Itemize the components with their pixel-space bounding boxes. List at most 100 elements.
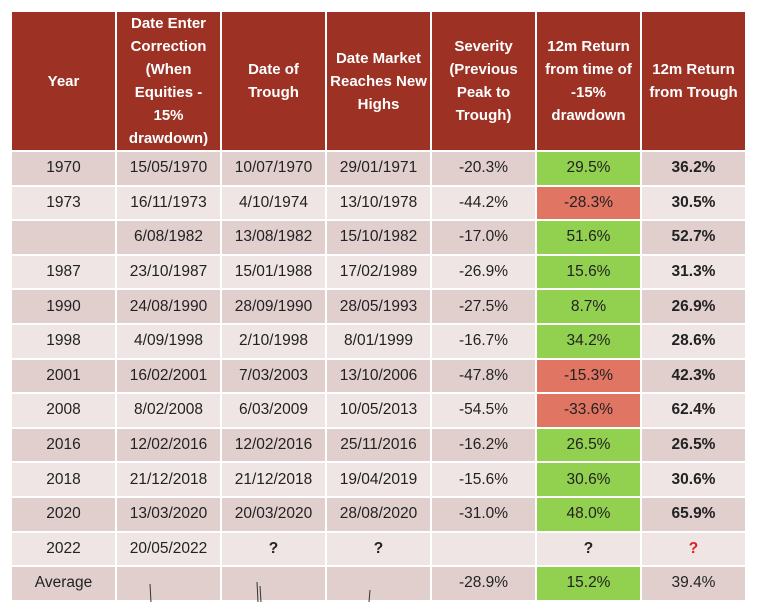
table-row: 2008 8/02/2008 6/03/2009 10/05/2013 -54.5% -3… <box>12 394 745 427</box>
cell-date-enter-correction: 15/05/1970 <box>117 152 220 185</box>
cell-date-of-trough: 10/07/1970 <box>222 152 325 185</box>
cell-return-from-drawdown: 34.2% <box>537 324 640 358</box>
cell-date-new-highs: 17/02/1989 <box>327 255 430 289</box>
cell-year <box>12 221 115 254</box>
market-corrections-table: Year Date Enter Correction (When Equitie… <box>10 10 747 602</box>
cell-date-new-highs <box>327 567 430 600</box>
cell-year: 2020 <box>12 497 115 531</box>
cell-date-new-highs: 8/01/1999 <box>327 324 430 358</box>
cell-date-new-highs: 28/08/2020 <box>327 497 430 531</box>
table-row: 2018 21/12/2018 21/12/2018 19/04/2019 -15.6%… <box>12 463 745 496</box>
cell-return-from-trough: 30.6% <box>642 463 745 496</box>
cell-return-from-trough: 30.5% <box>642 186 745 220</box>
cell-severity: -15.6% <box>432 463 535 496</box>
cell-severity <box>432 532 535 566</box>
cell-date-of-trough: 6/03/2009 <box>222 394 325 427</box>
cell-date-new-highs: 19/04/2019 <box>327 463 430 496</box>
cell-severity: -26.9% <box>432 255 535 289</box>
cell-return-from-trough: 62.4% <box>642 394 745 427</box>
cell-date-new-highs: 15/10/1982 <box>327 221 430 254</box>
cell-return-from-drawdown: -28.3% <box>537 186 640 220</box>
cell-return-from-trough: 52.7% <box>642 221 745 254</box>
header-12m-return-drawdown: 12m Return from time of -15% drawdown <box>537 12 640 150</box>
header-row: Year Date Enter Correction (When Equitie… <box>12 12 745 150</box>
cell-date-enter-correction: 12/02/2016 <box>117 428 220 462</box>
cell-severity: -17.0% <box>432 221 535 254</box>
cell-date-enter-correction: 6/08/1982 <box>117 221 220 254</box>
cell-severity: -54.5% <box>432 394 535 427</box>
cell-date-enter-correction: 8/02/2008 <box>117 394 220 427</box>
header-severity: Severity (Previous Peak to Trough) <box>432 12 535 150</box>
cell-date-of-trough: 7/03/2003 <box>222 359 325 393</box>
table-body: 1970 15/05/1970 10/07/1970 29/01/1971 -20.3%… <box>12 152 745 600</box>
cell-date-enter-correction: 4/09/1998 <box>117 324 220 358</box>
cell-return-from-drawdown: 51.6% <box>537 221 640 254</box>
cell-return-from-trough: 42.3% <box>642 359 745 393</box>
cell-date-of-trough: 21/12/2018 <box>222 463 325 496</box>
header-12m-return-trough: 12m Return from Trough <box>642 12 745 150</box>
cell-date-enter-correction <box>117 567 220 600</box>
cell-return-from-trough: ? <box>642 532 745 566</box>
cell-severity: -44.2% <box>432 186 535 220</box>
table-row: 1998 4/09/1998 2/10/1998 8/01/1999 -16.7% 34.… <box>12 324 745 358</box>
cell-date-of-trough: 12/02/2016 <box>222 428 325 462</box>
cell-return-from-drawdown: 29.5% <box>537 152 640 185</box>
table-row: 1990 24/08/1990 28/09/1990 28/05/1993 -27.5%… <box>12 290 745 323</box>
cell-return-from-trough: 39.4% <box>642 567 745 600</box>
cell-severity: -47.8% <box>432 359 535 393</box>
cell-return-from-drawdown: -33.6% <box>537 394 640 427</box>
header-date-new-highs: Date Market Reaches New Highs <box>327 12 430 150</box>
cell-date-of-trough: 15/01/1988 <box>222 255 325 289</box>
cell-year: 2022 <box>12 532 115 566</box>
table-row: 2020 13/03/2020 20/03/2020 28/08/2020 -31.0%… <box>12 497 745 531</box>
table-row: 6/08/1982 13/08/1982 15/10/1982 -17.0% 51.6%… <box>12 221 745 254</box>
cell-return-from-drawdown: 15.2% <box>537 567 640 600</box>
cell-date-new-highs: 13/10/1978 <box>327 186 430 220</box>
cell-date-new-highs: 13/10/2006 <box>327 359 430 393</box>
cell-year: 1998 <box>12 324 115 358</box>
table-row: 1970 15/05/1970 10/07/1970 29/01/1971 -20.3%… <box>12 152 745 185</box>
cell-return-from-drawdown: 48.0% <box>537 497 640 531</box>
cell-severity: -31.0% <box>432 497 535 531</box>
cell-date-enter-correction: 23/10/1987 <box>117 255 220 289</box>
cell-year: Average <box>12 567 115 600</box>
cell-year: 2016 <box>12 428 115 462</box>
cell-year: 1987 <box>12 255 115 289</box>
cell-return-from-drawdown: -15.3% <box>537 359 640 393</box>
cell-return-from-trough: 65.9% <box>642 497 745 531</box>
cell-date-enter-correction: 16/02/2001 <box>117 359 220 393</box>
cell-return-from-trough: 31.3% <box>642 255 745 289</box>
cell-year: 1990 <box>12 290 115 323</box>
cell-date-of-trough: 28/09/1990 <box>222 290 325 323</box>
cell-date-new-highs: 25/11/2016 <box>327 428 430 462</box>
cell-date-of-trough <box>222 567 325 600</box>
cell-year: 2008 <box>12 394 115 427</box>
cell-return-from-drawdown: 26.5% <box>537 428 640 462</box>
cell-date-new-highs: 10/05/2013 <box>327 394 430 427</box>
header-date-enter-correction: Date Enter Correction (When Equities - 1… <box>117 12 220 150</box>
cell-severity: -28.9% <box>432 567 535 600</box>
cell-date-new-highs: 29/01/1971 <box>327 152 430 185</box>
cell-date-of-trough: 13/08/1982 <box>222 221 325 254</box>
cell-return-from-trough: 28.6% <box>642 324 745 358</box>
table-row: 1973 16/11/1973 4/10/1974 13/10/1978 -44.2% -… <box>12 186 745 220</box>
cell-return-from-drawdown: 30.6% <box>537 463 640 496</box>
cell-date-new-highs: 28/05/1993 <box>327 290 430 323</box>
cell-severity: -27.5% <box>432 290 535 323</box>
cell-date-enter-correction: 13/03/2020 <box>117 497 220 531</box>
cell-severity: -16.7% <box>432 324 535 358</box>
cell-return-from-trough: 26.9% <box>642 290 745 323</box>
cell-year: 1973 <box>12 186 115 220</box>
header-date-of-trough: Date of Trough <box>222 12 325 150</box>
cell-date-of-trough: 2/10/1998 <box>222 324 325 358</box>
cell-date-enter-correction: 20/05/2022 <box>117 532 220 566</box>
table-row: Average -28.9% 15.2% 39.4% <box>12 567 745 600</box>
cell-date-of-trough: ? <box>222 532 325 566</box>
table-row: 2001 16/02/2001 7/03/2003 13/10/2006 -47.8% -… <box>12 359 745 393</box>
cell-date-new-highs: ? <box>327 532 430 566</box>
cell-return-from-trough: 26.5% <box>642 428 745 462</box>
cell-date-of-trough: 20/03/2020 <box>222 497 325 531</box>
table-row: 2022 20/05/2022???? <box>12 532 745 566</box>
cell-return-from-drawdown: 8.7% <box>537 290 640 323</box>
header-year: Year <box>12 12 115 150</box>
